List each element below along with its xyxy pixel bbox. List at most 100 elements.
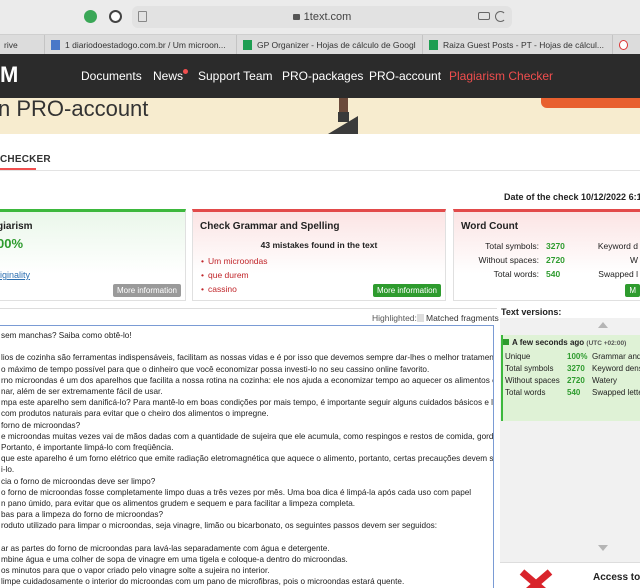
version-label: Total words [505,388,546,397]
text-line: Portanto, é importante limpá-lo com freq… [1,443,174,452]
wc-label: Total words: [493,269,539,279]
text-editor[interactable]: sem manchas? Saiba como obtê-lo! lios de … [0,325,494,588]
uniqueness-card: giarism 00% riginality More information [0,209,186,301]
shield-icon[interactable] [109,10,122,23]
version-value: 2720 [567,376,585,385]
text-line: bas para a limpeza do forno de microonda… [1,510,164,520]
text-line: roduto utilizado para limpar o microonda… [1,521,437,531]
tab-label: rive [4,40,18,50]
text-line: nar, além de ser extremamente fácil de u… [1,387,163,396]
nav-plagiarism-checker[interactable]: Plagiarism Checker [449,69,553,83]
checker-tab[interactable]: CHECKER [0,154,51,165]
wc-value: 540 [546,269,561,279]
text-line: com produtos naturais para evitar que o … [1,409,269,419]
wc-extra: W [629,255,638,265]
nav-documents[interactable]: Documents [81,69,142,83]
matched-fragments-label[interactable]: Matched fragments [426,313,499,323]
nav-news[interactable]: News [153,69,183,83]
lock-icon [503,339,509,345]
word-count-title: Word Count [461,221,519,232]
text-line: limpe cuidadosamente o interior do micro… [1,577,405,587]
divider [0,308,497,309]
text-line: i-lo. [1,465,15,475]
grammar-card: Check Grammar and Spelling 43 mistakes f… [192,209,446,301]
version-head: A few seconds ago (UTC +02:00) [503,338,626,347]
text-line: mpa este aparelho sem danificá-lo? Para … [1,398,494,408]
version-extra: Grammar and S [592,352,640,361]
tab-copyright[interactable] [612,35,640,55]
text-line: o forno de microondas fosse completament… [1,487,472,497]
browser-toolbar: 1text.com [0,0,640,34]
version-extra: Keyword densit [592,364,640,373]
tab-diariodoestado[interactable]: 1 diariodoestadogo.com.br / Um microon..… [44,35,234,55]
tab-raiza-guest-posts[interactable]: Raiza Guest Posts - PT - Hojas de cálcul… [422,35,608,55]
close-x-icon[interactable] [516,566,556,588]
grammar-title: Check Grammar and Spelling [200,221,340,232]
tab-gp-organizer[interactable]: GP Organizer - Hojas de cálculo de Googl… [236,35,416,55]
mistake-item[interactable]: Um microondas [201,256,268,266]
site-logo[interactable]: M [0,62,18,88]
sheets-icon [429,40,438,50]
url-text: 1text.com [303,11,352,23]
date-of-check: Date of the check 10/12/2022 6:1 [504,192,640,202]
reload-icon[interactable] [495,11,506,22]
version-value: 540 [567,388,581,397]
version-extra: Swapped letter [592,388,640,397]
uniqueness-title: giarism [0,221,33,232]
sheets-icon [243,40,252,50]
nav-support-team[interactable]: Support Team [198,69,273,83]
tab-label: GP Organizer - Hojas de cálculo de Googl… [257,40,416,50]
translate-icon[interactable] [478,12,490,20]
uniqueness-value: 00% [0,236,24,251]
version-label: Unique [505,352,531,361]
wc-extra: Keyword d [597,241,638,251]
version-label: Total symbols [505,364,554,373]
pro-account-banner: n PRO-account [0,98,640,134]
highlight-color-chip[interactable] [417,314,424,322]
highlighted-label: Highlighted: [372,313,417,323]
copyright-icon [619,40,628,50]
mistakes-count: 43 mistakes found in the text [260,240,378,250]
originality-link[interactable]: riginality [0,270,30,280]
mistake-item[interactable]: cassino [201,284,237,294]
uniqueness-more-button[interactable]: More information [112,284,181,297]
scroll-up-arrow[interactable] [598,322,608,328]
address-bar[interactable]: 1text.com [132,6,512,28]
wc-label: Without spaces: [478,255,539,265]
banner-title: n PRO-account [0,98,149,121]
version-time: A few seconds ago [512,338,585,347]
tab-strip: rive 1 diariodoestadogo.com.br / Um micr… [0,34,640,55]
version-timezone: (UTC +02:00) [586,340,627,347]
news-indicator-dot [183,69,188,74]
wordcount-more-button[interactable]: M [625,284,640,297]
version-value: 100% [567,352,588,361]
text-line: e microondas muitas vezes vai de mãos da… [1,431,494,441]
wc-extra: Swapped l [598,269,638,279]
nav-pro-account[interactable]: PRO-account [369,69,441,83]
wc-value: 2720 [546,255,565,265]
text-line: lios de cozinha são ferramentas indispen… [1,353,494,363]
tab-drive[interactable]: rive [0,35,36,55]
person-illustration [328,98,358,134]
grammar-more-button[interactable]: More information [372,284,441,297]
text-line: ar as partes do forno de microondas para… [1,543,330,553]
version-value: 3270 [567,364,585,373]
text-line: mbine água e uma colher de sopa de vinag… [1,555,348,564]
lock-icon [292,14,300,20]
text-line: o máximo de tempo possível para que o di… [1,364,430,374]
tab-label: Raiza Guest Posts - PT - Hojas de cálcul… [443,40,604,50]
doc-icon [51,40,60,50]
grammarly-icon[interactable] [84,10,97,23]
wc-label: Total symbols: [485,241,539,251]
site-nav: M Documents News Support Team PRO-packag… [0,54,640,98]
version-label: Without spaces [505,376,560,385]
banner-action-button[interactable] [541,98,640,108]
version-extra: Watery [592,376,618,385]
tab-label: 1 diariodoestadogo.com.br / Um microon..… [65,40,226,50]
word-count-card: Word Count Total symbols: 3270 Keyword d… [453,209,640,301]
mistake-item[interactable]: que durem [201,270,249,280]
scroll-down-arrow[interactable] [598,545,608,551]
text-line: sem manchas? Saiba como obtê-lo! [1,331,132,340]
nav-pro-packages[interactable]: PRO-packages [282,69,363,83]
text-line: os minutos para que o vapor criado pelo … [1,566,270,576]
